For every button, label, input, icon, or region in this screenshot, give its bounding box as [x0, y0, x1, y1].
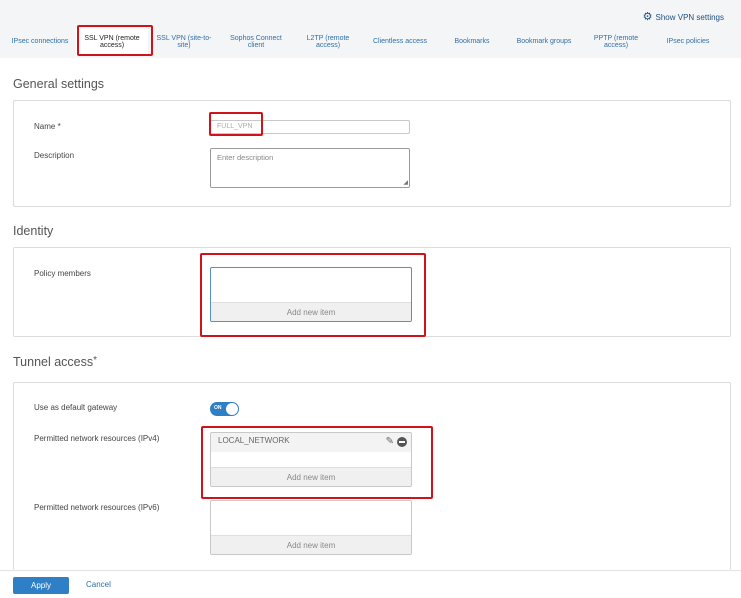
footer-bar: Apply Cancel — [0, 570, 741, 598]
gear-icon: ⚙ — [642, 11, 653, 23]
tunnel-access-panel: Use as default gateway ON Permitted netw… — [13, 382, 731, 570]
description-textarea[interactable]: Enter description ◢ — [210, 148, 410, 188]
tab-clientless-access[interactable]: Clientless access — [364, 28, 436, 56]
tab-pptp-remote-access[interactable]: PPTP (remote access) — [580, 28, 652, 56]
default-gateway-toggle[interactable]: ON — [210, 402, 239, 416]
tab-ssl-vpn-site-to-site[interactable]: SSL VPN (site-to-site) — [148, 28, 220, 56]
tab-ssl-vpn-remote-access[interactable]: SSL VPN (remote access) — [76, 28, 148, 56]
identity-title: Identity — [13, 224, 54, 238]
ipv4-resources-label: Permitted network resources (IPv4) — [34, 434, 160, 443]
ipv6-resources-list[interactable]: Add new item — [210, 500, 412, 555]
ipv6-resources-label: Permitted network resources (IPv6) — [34, 503, 160, 512]
tab-ipsec-policies[interactable]: IPsec policies — [652, 28, 724, 56]
show-vpn-settings-link[interactable]: ⚙ Show VPN settings — [643, 12, 724, 23]
resize-handle-icon[interactable]: ◢ — [403, 180, 408, 186]
policy-members-label: Policy members — [34, 269, 91, 278]
policy-form: General settings Name * FULL_VPN Descrip… — [0, 58, 741, 570]
description-label: Description — [34, 151, 75, 160]
policy-members-list[interactable]: Add new item — [210, 267, 412, 322]
list-item-label: LOCAL_NETWORK — [218, 436, 290, 445]
apply-button[interactable]: Apply — [13, 577, 69, 594]
ipv4-add-new-item[interactable]: Add new item — [211, 467, 411, 486]
toggle-on-text: ON — [214, 405, 222, 411]
identity-panel: Policy members Add new item — [13, 247, 731, 337]
tunnel-access-title: Tunnel access* — [13, 355, 98, 369]
vpn-tab-bar: IPsec connections SSL VPN (remote access… — [4, 28, 724, 56]
tab-sophos-connect-client[interactable]: Sophos Connect client — [220, 28, 292, 56]
ipv4-resources-list[interactable]: LOCAL_NETWORK ✎ Add new item — [210, 432, 412, 487]
tab-l2tp-remote-access[interactable]: L2TP (remote access) — [292, 28, 364, 56]
description-placeholder: Enter description — [217, 153, 274, 162]
name-label: Name * — [34, 122, 61, 131]
show-vpn-settings-label: Show VPN settings — [655, 13, 724, 22]
policy-members-add-new-item[interactable]: Add new item — [211, 302, 411, 321]
top-bar: ⚙ Show VPN settings IPsec connections SS… — [0, 0, 741, 58]
default-gateway-label: Use as default gateway — [34, 403, 118, 412]
name-input[interactable]: FULL_VPN — [210, 120, 410, 134]
ipv6-add-new-item[interactable]: Add new item — [211, 535, 411, 554]
toggle-knob — [226, 403, 238, 415]
pencil-icon[interactable]: ✎ — [386, 437, 394, 447]
name-value: FULL_VPN — [217, 123, 253, 130]
list-item[interactable]: LOCAL_NETWORK ✎ — [211, 433, 411, 452]
general-settings-title: General settings — [13, 77, 105, 91]
tab-bookmarks[interactable]: Bookmarks — [436, 28, 508, 56]
tab-bookmark-groups[interactable]: Bookmark groups — [508, 28, 580, 56]
general-settings-panel: Name * FULL_VPN Description Enter descri… — [13, 100, 731, 207]
cancel-link[interactable]: Cancel — [86, 580, 111, 589]
tab-ipsec-connections[interactable]: IPsec connections — [4, 28, 76, 56]
remove-icon[interactable] — [397, 437, 407, 447]
